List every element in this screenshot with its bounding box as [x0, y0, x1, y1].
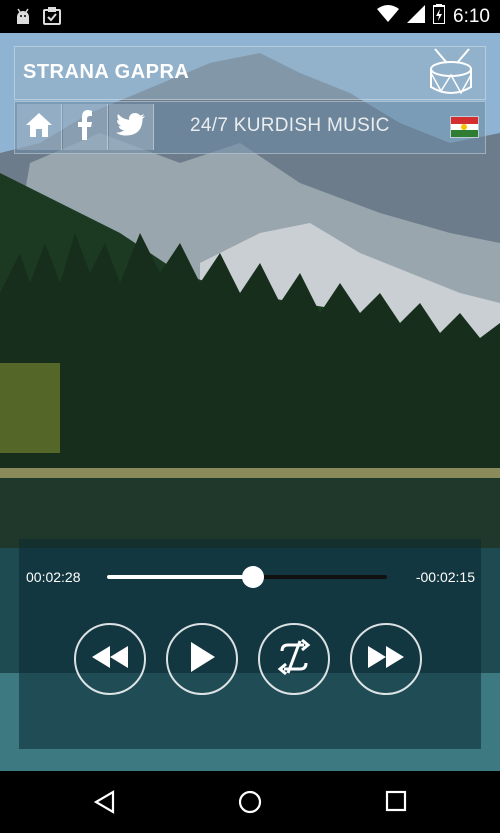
kurdistan-flag-icon: [450, 116, 479, 138]
back-icon[interactable]: [93, 790, 117, 819]
recents-icon[interactable]: [385, 790, 407, 817]
rewind-icon: [90, 645, 130, 673]
title-bar: STRANA GAPRA: [14, 46, 486, 100]
seek-thumb[interactable]: [241, 566, 264, 588]
system-nav-bar: [0, 771, 500, 833]
seek-bar[interactable]: [107, 566, 387, 588]
rewind-button[interactable]: [74, 623, 146, 695]
battery-icon: [432, 4, 447, 29]
facebook-icon: [77, 109, 93, 145]
facebook-button[interactable]: [63, 104, 108, 150]
clock: 6:10: [453, 5, 490, 27]
elapsed-time: 00:02:28: [26, 569, 81, 585]
status-bar: 6:10: [0, 0, 500, 33]
home-icon: [25, 112, 53, 143]
twitter-button[interactable]: [109, 104, 154, 150]
clipboard-check-icon: [42, 6, 62, 31]
header-panel: STRANA GAPRA 24/7 KURDISH MUSIC: [14, 46, 486, 154]
drum-icon: [427, 47, 475, 104]
play-button[interactable]: [166, 623, 238, 695]
remaining-time: -00:02:15: [415, 569, 475, 585]
home-nav-icon[interactable]: [238, 790, 262, 819]
home-button[interactable]: [17, 104, 62, 150]
fast-forward-icon: [366, 645, 406, 673]
twitter-icon: [116, 112, 146, 142]
android-debug-icon: [14, 6, 32, 31]
fast-forward-button[interactable]: [350, 623, 422, 695]
signal-icon: [407, 5, 426, 28]
play-icon: [189, 641, 215, 677]
app-title: STRANA GAPRA: [23, 61, 190, 83]
wifi-icon: [377, 5, 400, 28]
nav-bar-panel: 24/7 KURDISH MUSIC: [14, 101, 486, 154]
player-panel: 00:02:28 -00:02:15: [19, 539, 481, 749]
tagline: 24/7 KURDISH MUSIC: [190, 115, 390, 136]
seek-progress: [107, 575, 253, 579]
repeat-button[interactable]: [258, 623, 330, 695]
repeat-icon: [274, 637, 314, 682]
